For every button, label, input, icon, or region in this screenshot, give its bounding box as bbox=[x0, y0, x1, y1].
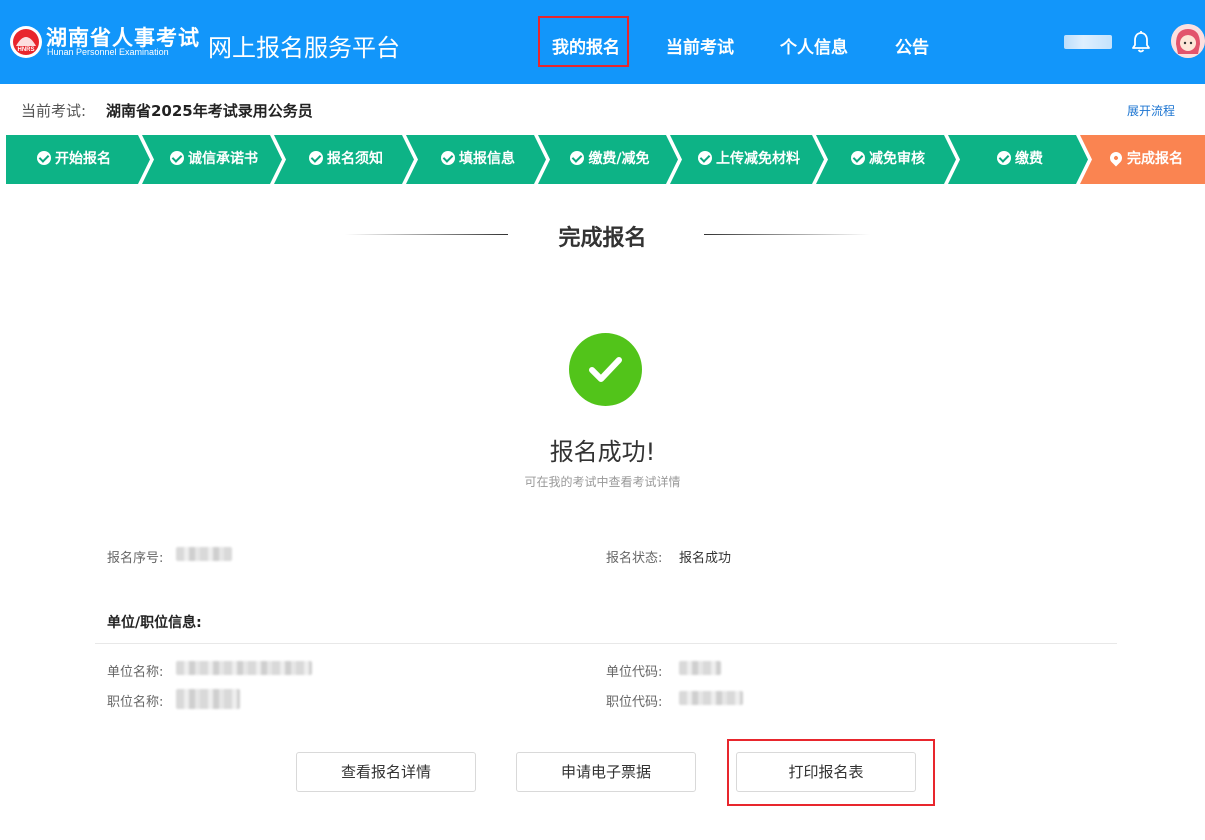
step-payment[interactable]: 缴费 bbox=[956, 135, 1084, 184]
logo-subtitle: Hunan Personnel Examination bbox=[47, 47, 169, 57]
step-label-text: 开始报名 bbox=[55, 151, 111, 167]
title-divider-right bbox=[704, 234, 870, 235]
success-check-icon bbox=[569, 333, 642, 406]
location-pin-icon bbox=[1107, 149, 1125, 167]
registration-steps: 开始报名 诚信承诺书 报名须知 填报信息 缴费/减免 上传减免材料 减免审核 缴… bbox=[6, 135, 1205, 184]
step-notice[interactable]: 报名须知 bbox=[282, 135, 410, 184]
step-label-text: 上传减免材料 bbox=[716, 151, 800, 167]
top-header: HNRS 湖南省人事考试 Hunan Personnel Examination… bbox=[0, 0, 1205, 84]
step-integrity-pledge[interactable]: 诚信承诺书 bbox=[150, 135, 278, 184]
expand-process-link[interactable]: 展开流程 bbox=[1127, 102, 1175, 119]
step-complete[interactable]: 完成报名 bbox=[1088, 135, 1205, 184]
check-circle-icon bbox=[170, 151, 184, 165]
unit-code-label: 单位代码: bbox=[606, 665, 663, 680]
unit-position-heading: 单位/职位信息: bbox=[107, 615, 202, 631]
view-details-button[interactable]: 查看报名详情 bbox=[296, 752, 476, 792]
nav-personal-info[interactable]: 个人信息 bbox=[780, 33, 848, 58]
check-circle-icon bbox=[851, 151, 865, 165]
check-circle-icon bbox=[441, 151, 455, 165]
check-circle-icon bbox=[698, 151, 712, 165]
step-label-text: 缴费 bbox=[1015, 151, 1043, 167]
registration-status-value: 报名成功 bbox=[679, 551, 732, 566]
section-divider bbox=[95, 643, 1117, 644]
step-label-text: 减免审核 bbox=[869, 151, 925, 167]
success-title: 报名成功! bbox=[549, 438, 656, 466]
current-exam-label: 当前考试: bbox=[21, 102, 87, 120]
unit-name-label: 单位名称: bbox=[107, 665, 164, 680]
step-label-text: 填报信息 bbox=[459, 151, 515, 167]
check-circle-icon bbox=[570, 151, 585, 165]
step-label-text: 诚信承诺书 bbox=[188, 151, 258, 167]
logo-badge-text: HNRS bbox=[17, 47, 34, 53]
registration-no-value-redacted bbox=[176, 547, 232, 561]
platform-name: 网上报名服务平台 bbox=[208, 34, 400, 62]
user-name-redacted[interactable] bbox=[1064, 35, 1112, 49]
step-upload-materials[interactable]: 上传减免材料 bbox=[678, 135, 820, 184]
position-name-value-redacted bbox=[176, 689, 240, 709]
step-exemption-review[interactable]: 减免审核 bbox=[824, 135, 952, 184]
position-name-label: 职位名称: bbox=[107, 695, 164, 710]
position-code-value-redacted bbox=[679, 691, 743, 705]
nav-active-highlight bbox=[538, 16, 629, 67]
success-subtitle: 可在我的考试中查看考试详情 bbox=[524, 475, 681, 489]
check-icon bbox=[589, 357, 622, 382]
bell-icon[interactable] bbox=[1130, 30, 1152, 54]
step-label-text: 缴费/减免 bbox=[588, 151, 650, 167]
avatar-image bbox=[1171, 24, 1205, 58]
step-label-text: 报名须知 bbox=[327, 151, 383, 167]
print-form-button[interactable]: 打印报名表 bbox=[736, 752, 916, 792]
step-payment-exemption[interactable]: 缴费/减免 bbox=[546, 135, 674, 184]
step-label-text: 完成报名 bbox=[1127, 151, 1183, 167]
current-exam-name: 湖南省2025年考试录用公务员 bbox=[106, 102, 313, 120]
section-title: 完成报名 bbox=[558, 226, 647, 251]
position-code-label: 职位代码: bbox=[606, 695, 663, 710]
check-circle-icon bbox=[37, 151, 51, 165]
step-fill-info[interactable]: 填报信息 bbox=[414, 135, 542, 184]
check-circle-icon bbox=[309, 151, 323, 165]
nav-current-exam[interactable]: 当前考试 bbox=[666, 33, 734, 58]
unit-code-value-redacted bbox=[679, 661, 721, 675]
registration-no-label: 报名序号: bbox=[107, 551, 164, 566]
apply-e-receipt-button[interactable]: 申请电子票据 bbox=[516, 752, 696, 792]
nav-announcements[interactable]: 公告 bbox=[895, 33, 929, 58]
unit-name-value-redacted bbox=[176, 661, 312, 675]
step-start[interactable]: 开始报名 bbox=[6, 135, 142, 184]
hnrs-logo-icon: HNRS bbox=[10, 26, 42, 58]
check-circle-icon bbox=[997, 151, 1011, 165]
avatar[interactable] bbox=[1171, 24, 1205, 58]
registration-status-label: 报名状态: bbox=[606, 551, 663, 566]
